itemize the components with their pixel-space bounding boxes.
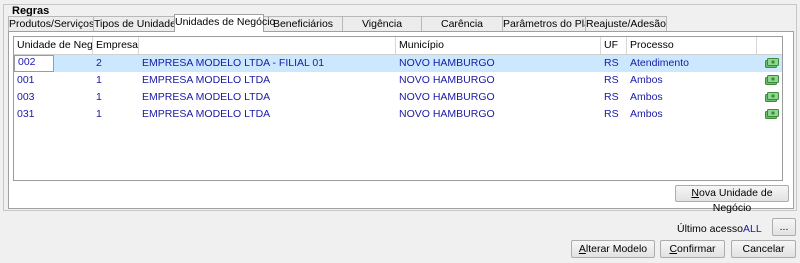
col-header-icon (757, 37, 782, 54)
cell-processo: Ambos (630, 91, 663, 103)
cell-nome: EMPRESA MODELO LTDA (142, 74, 271, 86)
tab-tipos-de-unidades[interactable]: Tipos de Unidades (93, 16, 181, 32)
money-icon[interactable] (765, 92, 779, 102)
cell-municipio: NOVO HAMBURGO (399, 57, 495, 69)
alterar-modelo-accel: A (578, 242, 586, 255)
alterar-modelo-label: lterar Modelo (585, 242, 648, 255)
confirmar-button[interactable]: Confirmar (660, 240, 725, 258)
cancelar-button[interactable]: Cancelar (731, 240, 796, 258)
table-row[interactable]: 002 2 EMPRESA MODELO LTDA - FILIAL 01 NO… (14, 55, 782, 72)
tab-panel-unidades-de-negocio: Unidade de Negócio Empresa Município UF … (8, 31, 794, 214)
cell-uf: RS (604, 108, 619, 120)
cell-uf: RS (604, 74, 619, 86)
cell-nome: EMPRESA MODELO LTDA (142, 108, 271, 120)
col-header-unidade[interactable]: Unidade de Negócio (14, 37, 93, 54)
money-icon[interactable] (765, 75, 779, 85)
col-header-municipio[interactable]: Município (396, 37, 601, 54)
tab-carencia[interactable]: Carência (421, 16, 503, 32)
tab-produtos-servicos[interactable]: Produtos/Serviços (8, 16, 94, 32)
tab-beneficiarios[interactable]: Beneficiários (263, 16, 343, 32)
confirmar-accel: C (669, 242, 678, 255)
cell-empresa: 1 (96, 74, 102, 86)
nova-unidade-accel: N (691, 187, 700, 199)
cell-processo: Atendimento (630, 57, 689, 69)
nova-unidade-button[interactable]: Nova Unidade de Negócio (675, 185, 789, 214)
grid-header: Unidade de Negócio Empresa Município UF … (14, 37, 782, 55)
cell-municipio: NOVO HAMBURGO (399, 74, 495, 86)
cell-nome: EMPRESA MODELO LTDA - FILIAL 01 (142, 57, 325, 69)
cell-municipio: NOVO HAMBURGO (399, 108, 495, 120)
money-icon[interactable] (765, 109, 779, 119)
money-icon[interactable] (765, 58, 779, 68)
tab-bar: Produtos/Serviços Tipos de Unidades Unid… (8, 14, 667, 32)
cell-processo: Ambos (630, 108, 663, 120)
cell-unidade[interactable]: 002 (14, 55, 54, 72)
col-header-nome[interactable] (139, 37, 396, 54)
table-row[interactable]: 001 1 EMPRESA MODELO LTDA NOVO HAMBURGO … (14, 72, 782, 89)
cell-processo: Ambos (630, 74, 663, 86)
cell-uf: RS (604, 57, 619, 69)
cell-empresa: 2 (96, 57, 102, 69)
tab-vigencia[interactable]: Vigência (342, 16, 422, 32)
tab-parametros-do-plano[interactable]: Parâmetros do Plano (502, 16, 602, 32)
alterar-modelo-button[interactable]: Alterar Modelo (571, 240, 655, 258)
cell-unidade: 031 (17, 108, 35, 120)
cell-empresa: 1 (96, 91, 102, 103)
cell-unidade: 003 (17, 91, 35, 103)
confirmar-label: onfirmar (677, 242, 716, 255)
unidades-grid[interactable]: Unidade de Negócio Empresa Município UF … (13, 36, 783, 181)
col-header-processo[interactable]: Processo (627, 37, 757, 54)
ellipsis-button[interactable]: ... (772, 218, 796, 236)
tab-reajuste-adesao[interactable]: Reajuste/Adesão (585, 16, 667, 32)
ultimo-acesso-label: Último acesso (677, 223, 743, 235)
table-row[interactable]: 003 1 EMPRESA MODELO LTDA NOVO HAMBURGO … (14, 89, 782, 106)
cell-unidade: 001 (17, 74, 35, 86)
cell-nome: EMPRESA MODELO LTDA (142, 91, 271, 103)
col-header-empresa[interactable]: Empresa (93, 37, 139, 54)
ultimo-acesso-value: ALL (743, 223, 762, 235)
cell-uf: RS (604, 91, 619, 103)
cell-municipio: NOVO HAMBURGO (399, 91, 495, 103)
cell-empresa: 1 (96, 108, 102, 120)
tab-unidades-de-negocio[interactable]: Unidades de Negócio (174, 14, 275, 32)
col-header-uf[interactable]: UF (601, 37, 627, 54)
table-row[interactable]: 031 1 EMPRESA MODELO LTDA NOVO HAMBURGO … (14, 106, 782, 123)
